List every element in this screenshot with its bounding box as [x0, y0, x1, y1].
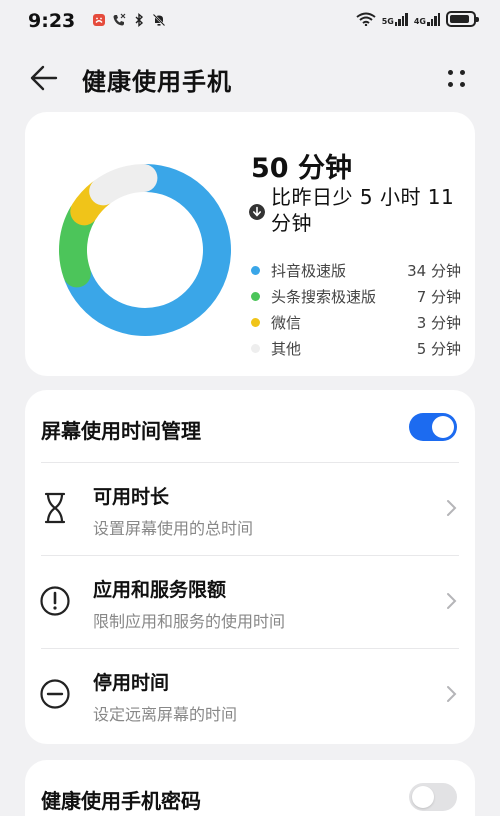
app-notification-icon — [93, 14, 105, 26]
page-title: 健康使用手机 — [82, 68, 232, 96]
arrow-left-icon — [30, 65, 58, 91]
usage-summary-card[interactable]: 50 分钟 比昨日少 5 小时 11 分钟 抖音极速版 34 分钟 头条搜索极速… — [25, 112, 475, 376]
screen-time-management-card: 屏幕使用时间管理 可用时长 设置屏幕使用的总时间 应用和服务限额 限制应用和服务… — [25, 390, 475, 744]
more-options-button[interactable] — [444, 64, 470, 92]
legend-app-time: 7 分钟 — [416, 288, 461, 306]
chevron-right-icon — [447, 686, 457, 702]
screen-time-management-row: 屏幕使用时间管理 — [25, 390, 475, 462]
legend-app-time: 5 分钟 — [416, 340, 461, 358]
back-button[interactable] — [28, 62, 62, 94]
mute-icon — [152, 13, 166, 27]
chevron-right-icon — [447, 593, 457, 609]
password-toggle[interactable] — [409, 783, 457, 811]
legend-app-name: 抖音极速版 — [271, 262, 347, 280]
chevron-right-icon — [447, 500, 457, 516]
legend-app-time: 34 分钟 — [407, 262, 461, 280]
usage-donut-chart — [59, 164, 231, 336]
hourglass-icon — [44, 492, 66, 524]
battery-level — [450, 15, 469, 23]
legend-item: 微信 3 分钟 — [249, 310, 461, 336]
legend-dot — [251, 318, 260, 327]
legend-item: 头条搜索极速版 7 分钟 — [249, 284, 461, 310]
menu-item-available-time[interactable]: 可用时长 设置屏幕使用的总时间 — [25, 463, 475, 555]
menu-item-app-limits[interactable]: 应用和服务限额 限制应用和服务的使用时间 — [25, 556, 475, 648]
legend-app-time: 3 分钟 — [416, 314, 461, 332]
status-notification-icons — [92, 13, 166, 27]
toggle-knob — [432, 416, 454, 438]
app-header: 健康使用手机 — [0, 50, 500, 106]
wifi-icon — [356, 12, 376, 26]
menu-item-subtitle: 设置屏幕使用的总时间 — [93, 519, 254, 538]
menu-item-title: 应用和服务限额 — [93, 579, 227, 601]
menu-item-subtitle: 限制应用和服务的使用时间 — [93, 612, 286, 631]
sim2-signal: 4G — [414, 12, 440, 26]
donut-segment-3 — [89, 164, 158, 206]
legend-app-name: 微信 — [271, 314, 302, 332]
usage-legend: 抖音极速版 34 分钟 头条搜索极速版 7 分钟 微信 3 分钟 其他 5 分钟 — [249, 258, 461, 362]
screen-time-management-toggle[interactable] — [409, 413, 457, 441]
usage-total-time: 50 分钟 — [251, 153, 352, 184]
minus-circle-icon — [40, 679, 70, 709]
legend-app-name: 头条搜索极速版 — [271, 288, 377, 306]
password-title: 健康使用手机密码 — [41, 789, 201, 813]
status-bar: 9:23 5G 4G — [0, 0, 500, 42]
sim1-signal: 5G — [382, 12, 408, 26]
status-system-icons: 5G 4G — [356, 11, 479, 27]
menu-item-title: 可用时长 — [93, 486, 170, 508]
menu-item-downtime[interactable]: 停用时间 设定远离屏幕的时间 — [25, 649, 475, 741]
status-time: 9:23 — [28, 10, 76, 32]
exclamation-circle-icon — [40, 586, 70, 616]
legend-item: 其他 5 分钟 — [249, 336, 461, 362]
toggle-knob — [412, 786, 434, 808]
legend-dot — [251, 266, 260, 275]
bluetooth-icon — [135, 13, 144, 27]
arrow-down-circle-icon — [249, 204, 265, 220]
legend-item: 抖音极速版 34 分钟 — [249, 258, 461, 284]
signal-bars-icon — [394, 12, 408, 26]
signal-bars-icon — [427, 12, 440, 26]
menu-item-title: 停用时间 — [93, 672, 170, 694]
password-card: 健康使用手机密码 — [25, 760, 475, 816]
usage-compare-text: 比昨日少 5 小时 11 分钟 — [271, 185, 455, 235]
screen-time-management-title: 屏幕使用时间管理 — [41, 419, 201, 443]
sim1-label: 5G — [381, 17, 394, 26]
legend-dot — [251, 292, 260, 301]
legend-app-name: 其他 — [271, 340, 302, 358]
sim2-label: 4G — [413, 17, 426, 26]
missed-call-icon — [113, 13, 126, 26]
battery-icon — [446, 11, 479, 27]
menu-item-subtitle: 设定远离屏幕的时间 — [93, 705, 238, 724]
legend-dot — [251, 344, 260, 353]
